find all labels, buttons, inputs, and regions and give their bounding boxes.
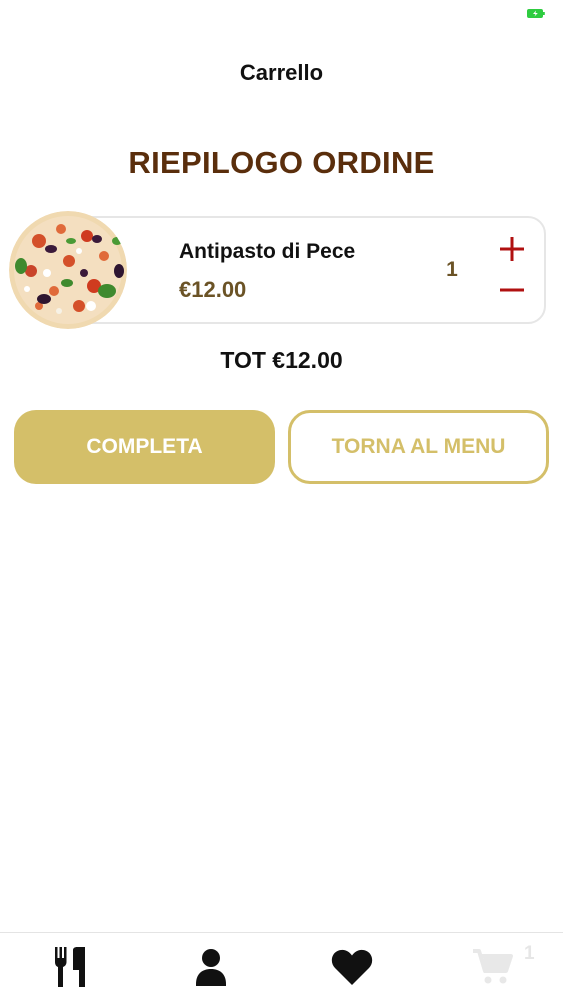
minus-icon [500, 288, 524, 292]
tab-favorites[interactable] [329, 944, 375, 990]
back-to-menu-button[interactable]: TORNA AL MENU [288, 410, 549, 484]
order-summary-title: RIEPILOGO ORDINE [128, 145, 435, 180]
decrease-quantity-button[interactable] [496, 274, 528, 306]
increase-quantity-button[interactable] [496, 233, 528, 265]
cart-screen: Carrello RIEPILOGO ORDINE Antipasto di P… [0, 0, 563, 1000]
pizza-image [9, 211, 127, 329]
item-name: Antipasto di Pece [179, 240, 356, 263]
plus-icon [500, 237, 524, 261]
cart-icon [473, 949, 513, 984]
page-title: Carrello [239, 60, 324, 85]
complete-order-button[interactable]: COMPLETA [14, 410, 275, 484]
pizza-illustration [9, 211, 127, 329]
cart-badge: 1 [524, 943, 535, 964]
order-total: TOT €12.00 [220, 347, 343, 373]
item-price: €12.00 [179, 277, 247, 302]
user-icon [196, 949, 226, 986]
battery-charging-icon [527, 9, 545, 18]
tab-cart[interactable] [470, 944, 516, 990]
tab-profile[interactable] [188, 944, 234, 990]
heart-icon [331, 949, 373, 985]
tab-menu[interactable] [48, 944, 94, 990]
fork-knife-icon [55, 947, 85, 987]
cart-item-card [66, 216, 546, 324]
item-quantity: 1 [446, 258, 458, 281]
